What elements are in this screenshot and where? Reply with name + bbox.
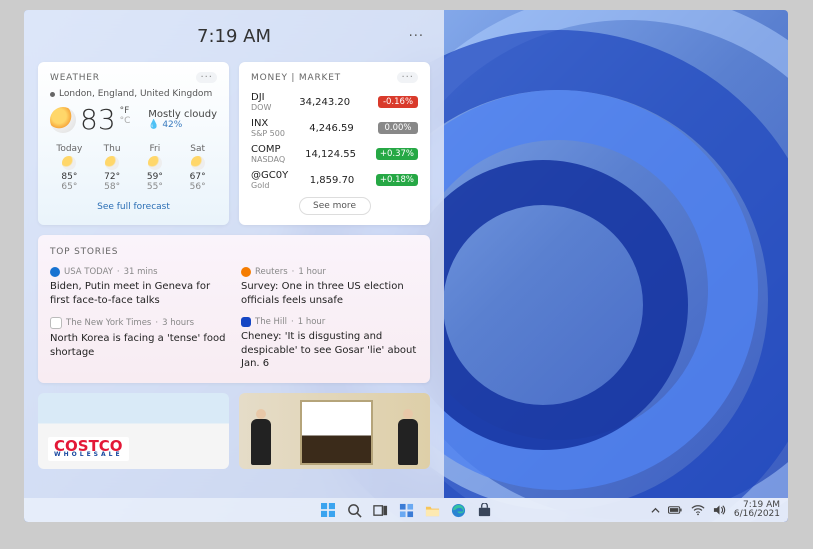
weather-temp: 83 [80,103,116,136]
battery-icon[interactable] [668,505,683,515]
news-thumb[interactable]: COSTCO WHOLESALE [38,393,229,469]
see-full-forecast-link[interactable]: See full forecast [50,200,217,214]
story-headline: Biden, Putin meet in Geneva for first fa… [50,280,227,307]
start-button[interactable] [320,502,336,518]
news-thumb[interactable] [239,393,430,469]
weather-icon-small [148,156,162,170]
stock-list: DJIDOW 34,243.20 -0.16% INXS&P 500 4,246… [251,89,418,193]
story-headline: North Korea is facing a 'tense' food sho… [50,332,227,359]
edge-button[interactable] [450,502,466,518]
forecast-day[interactable]: Today 85° 65° [50,144,89,192]
money-card[interactable]: MONEY | MARKET ··· DJIDOW 34,243.20 -0.1… [239,62,430,225]
weather-icon-small [191,156,205,170]
search-button[interactable] [346,502,362,518]
widgets-panel: 7:19 AM ··· WEATHER ··· London, England,… [24,10,444,498]
stock-row[interactable]: COMPNASDAQ 14,124.55 +0.37% [251,141,418,167]
forecast-day[interactable]: Sat 67° 56° [178,144,217,192]
forecast-day[interactable]: Thu 72° 58° [93,144,132,192]
weather-units[interactable]: °F°C [120,107,131,127]
stock-row[interactable]: @GC0YGold 1,859.70 +0.18% [251,167,418,193]
tray-chevron-icon[interactable] [651,506,660,515]
story-headline: Cheney: 'It is disgusting and despicable… [241,330,418,371]
weather-humidity: 💧 42% [148,120,217,130]
source-icon [50,317,62,329]
money-see-more-button[interactable]: See more [299,197,371,215]
weather-icon-small [62,156,76,170]
weather-more-button[interactable]: ··· [196,72,217,83]
system-tray: 7:19 AM 6/16/2021 [651,501,780,520]
desktop: 7:19 AM ··· WEATHER ··· London, England,… [24,10,788,522]
taskbar: 7:19 AM 6/16/2021 [24,498,788,522]
person-graphic [398,419,418,465]
weather-desc: Mostly cloudy [148,109,217,120]
widgets-clock: 7:19 AM [197,26,271,47]
tray-clock[interactable]: 7:19 AM 6/16/2021 [734,501,780,520]
source-icon [241,317,251,327]
weather-icon [50,107,76,133]
person-graphic [251,419,271,465]
source-icon [50,267,60,277]
story-item[interactable]: The New York Times · 3 hours North Korea… [50,317,227,371]
weather-location: London, England, United Kingdom [50,89,217,99]
forecast-day[interactable]: Fri 59° 55° [136,144,175,192]
task-view-button[interactable] [372,502,388,518]
money-more-button[interactable]: ··· [397,72,418,83]
story-item[interactable]: The Hill · 1 hour Cheney: 'It is disgust… [241,317,418,371]
store-button[interactable] [476,502,492,518]
widgets-button[interactable] [398,502,414,518]
stock-row[interactable]: INXS&P 500 4,246.59 0.00% [251,115,418,141]
volume-icon[interactable] [713,504,726,516]
money-title: MONEY | MARKET [251,73,341,83]
forecast-row: Today 85° 65° Thu 72° 58° Fri 59° [50,144,217,192]
taskbar-center [320,502,492,518]
story-headline: Survey: One in three US election officia… [241,280,418,307]
top-stories-card: TOP STORIES USA TODAY · 31 mins Biden, P… [38,235,430,383]
wifi-icon[interactable] [691,504,705,516]
weather-icon-small [105,156,119,170]
weather-title: WEATHER [50,73,100,83]
location-dot-icon [50,92,55,97]
costco-sign: COSTCO WHOLESALE [48,437,129,461]
file-explorer-button[interactable] [424,502,440,518]
source-icon [241,267,251,277]
weather-card[interactable]: WEATHER ··· London, England, United King… [38,62,229,225]
news-thumbnails: COSTCO WHOLESALE [38,393,430,469]
stock-row[interactable]: DJIDOW 34,243.20 -0.16% [251,89,418,115]
top-stories-title: TOP STORIES [50,247,418,257]
fireplace-graphic [300,400,373,465]
story-item[interactable]: USA TODAY · 31 mins Biden, Putin meet in… [50,267,227,307]
widgets-more-button[interactable]: ··· [409,29,424,44]
story-item[interactable]: Reuters · 1 hour Survey: One in three US… [241,267,418,307]
widgets-header: 7:19 AM ··· [38,18,430,54]
weather-location-text: London, England, United Kingdom [59,89,212,99]
